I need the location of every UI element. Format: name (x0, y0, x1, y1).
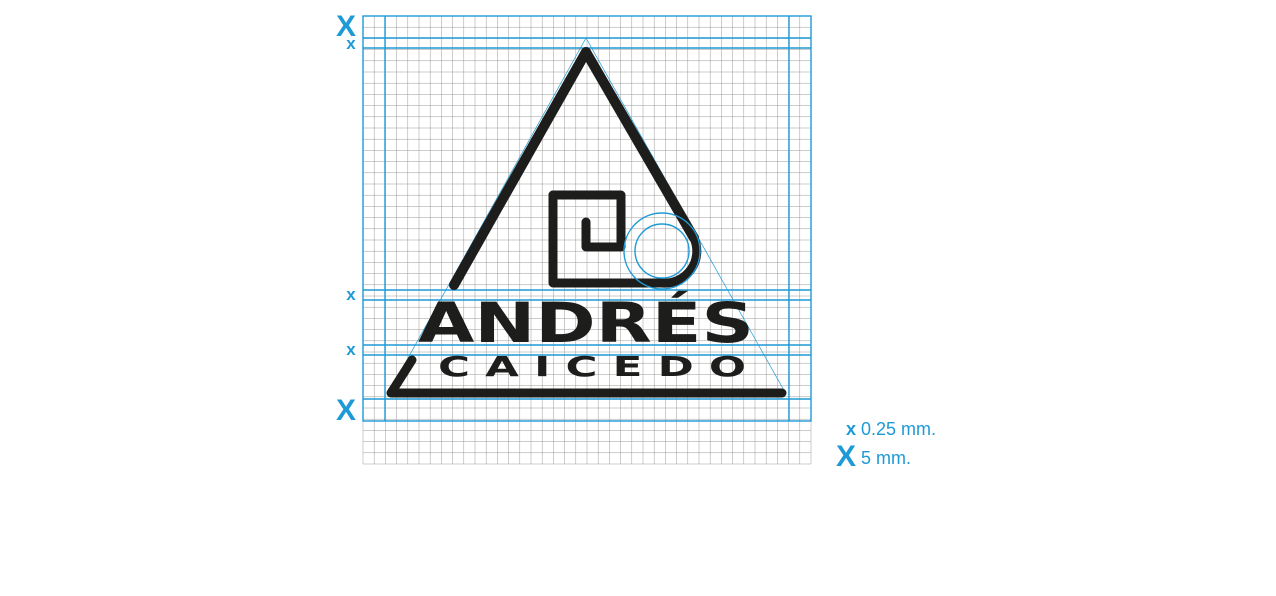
brand-name-line2: C A I C E D O (438, 350, 746, 383)
marker-mid-small-2: x (346, 340, 356, 359)
unit-legend: x 0.25 mm. X 5 mm. (836, 419, 936, 473)
marker-mid-small-1: x (346, 285, 356, 304)
legend-large-symbol: X (836, 440, 856, 473)
construction-diagram: ANDRÉS C A I C E D O X x x x X x 0.25 mm… (336, 10, 936, 473)
margin-markers: X x x x X (336, 10, 356, 427)
legend-small-value: 0.25 mm. (861, 419, 936, 439)
brand-name-line1: ANDRÉS (418, 290, 754, 355)
legend-large-value: 5 mm. (861, 448, 911, 468)
marker-top-small: x (346, 34, 356, 53)
marker-bottom-large: X (336, 394, 356, 427)
legend-small-symbol: x (846, 419, 856, 439)
